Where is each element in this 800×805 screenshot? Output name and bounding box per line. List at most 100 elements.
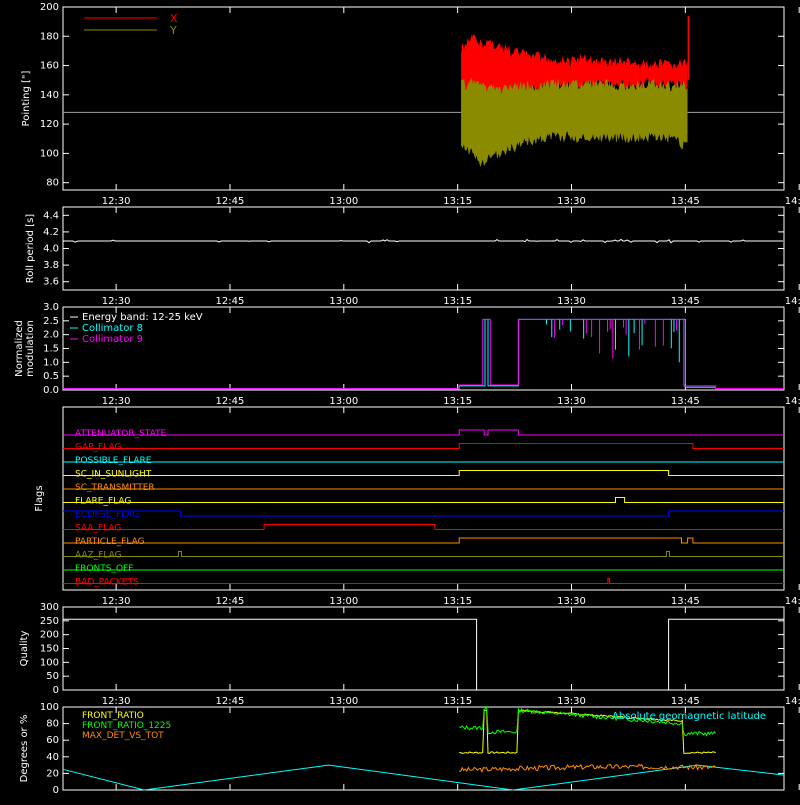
flag-label-fronts-off: FRONTS_OFF (75, 564, 133, 574)
x-tick-label: 13:00 (329, 396, 358, 407)
x-tick-label: 12:30 (102, 696, 131, 707)
x-tick-label: 12:30 (102, 396, 131, 407)
flag-line-flare-flag (63, 497, 784, 503)
flag-label-bad-packets: BAD_PACKETS (75, 578, 139, 588)
y-tick-label: 250 (40, 616, 59, 627)
figure-canvas: 12:30 12:45 13:00 13:15 13:30 13:45 14:00 80 100… (14, 2, 800, 796)
y-tick-label: 4.0 (43, 244, 59, 255)
x-tick-label: 13:30 (557, 696, 586, 707)
y-tick-label: 100 (40, 148, 59, 159)
panel-2: 12:30 12:45 13:00 13:15 13:30 13:45 14:00 3.6 3.… (25, 206, 800, 307)
x-tick-label: 13:30 (557, 196, 586, 207)
y-axis-label: Degrees or % (19, 715, 30, 783)
flag-label-particle-flag: PARTICLE_FLAG (75, 537, 145, 547)
modulation-collimator-8 (63, 318, 716, 390)
y-tick-label: 50 (46, 671, 59, 682)
x-tick-label: 13:45 (671, 596, 700, 607)
flag-label-sc-transmitter: SC_TRANSMITTER (75, 483, 155, 493)
y-tick-label: 0.5 (43, 371, 59, 382)
legend-label-latitude: Absolute geomagnetic latitude (612, 711, 766, 722)
y-tick-label: 300 (40, 602, 59, 613)
flag-line-saa-flag (63, 524, 784, 530)
y-axis-label: Pointing ["] (21, 70, 32, 126)
panel-6: 0 20 40 60 80 100 Degrees or % FRONT_RATIOFRONT… (19, 702, 800, 796)
panel-1: 12:30 12:45 13:00 13:15 13:30 13:45 14:00 80 100… (21, 2, 800, 207)
y-tick-label: 200 (40, 2, 59, 13)
panel-3: 12:30 12:45 13:00 13:15 13:30 13:45 14:00 0.0 0.… (14, 302, 800, 407)
x-tick-label: 12:45 (216, 196, 245, 207)
y-axis-label: Flags (34, 485, 45, 511)
y-tick-label: 0 (53, 685, 59, 696)
max-det-vs-tot-line (459, 763, 717, 774)
x-tick-label: 13:15 (443, 696, 472, 707)
y-tick-label: 160 (40, 61, 59, 72)
x-tick-label: 14:00 (785, 196, 800, 207)
panel-frame (62, 206, 785, 291)
legend-label-Y: Y (169, 24, 177, 37)
y-tick-label: 3.0 (43, 302, 59, 313)
y-axis-label: modulation (25, 320, 36, 377)
flag-label-possible-flare: POSSIBLE_FLARE (75, 456, 152, 466)
y-tick-label: 80 (46, 719, 59, 730)
modulation-collimator-9 (63, 318, 784, 390)
flag-label-flare-flag: FLARE_FLAG (75, 497, 131, 507)
y-tick-label: 150 (40, 644, 59, 655)
y-tick-label: 180 (40, 31, 59, 42)
x-tick-label: 13:00 (329, 696, 358, 707)
panel-4: 12:30 12:45 13:00 13:15 13:30 13:45 14:00 Flags… (34, 406, 800, 607)
legend-label: Collimator 8 (82, 323, 143, 334)
y-tick-label: 1.5 (43, 344, 59, 355)
flag-line-aaz-flag (63, 551, 784, 557)
flag-line-attenuator-state (63, 429, 784, 436)
x-tick-label: 12:45 (216, 696, 245, 707)
x-tick-label: 14:00 (785, 596, 800, 607)
y-tick-label: 0.0 (43, 385, 59, 396)
y-tick-label: 100 (40, 702, 59, 713)
y-tick-label: 0 (53, 785, 59, 796)
geomagnetic-latitude-line (62, 764, 785, 791)
y-axis-label: Roll period [s] (25, 214, 36, 283)
x-tick-label: 13:15 (443, 596, 472, 607)
flag-label-aaz-flag: AAZ_FLAG (75, 551, 122, 561)
y-tick-label: 140 (40, 90, 59, 101)
flag-line-sc-in-sunlight (63, 470, 784, 476)
x-tick-label: 13:30 (557, 596, 586, 607)
x-tick-label: 13:00 (329, 296, 358, 307)
x-tick-label: 13:45 (671, 396, 700, 407)
x-tick-label: 12:30 (102, 196, 131, 207)
x-tick-label: 13:00 (329, 596, 358, 607)
y-tick-label: 1.0 (43, 357, 59, 368)
y-tick-label: 200 (40, 630, 59, 641)
x-tick-label: 14:00 (785, 696, 800, 707)
y-tick-label: 3.8 (43, 260, 59, 271)
quality-line (63, 618, 784, 691)
y-tick-label: 20 (46, 768, 59, 779)
y-axis-label: Quality (19, 631, 30, 667)
legend-label: Collimator 9 (82, 334, 143, 345)
flag-label-attenuator-state: ATTENUATOR_STATE (75, 429, 167, 439)
x-tick-label: 12:45 (216, 596, 245, 607)
y-tick-label: 60 (46, 735, 59, 746)
x-tick-label: 14:00 (785, 296, 800, 307)
legend-label: Energy band: 12-25 keV (82, 312, 203, 323)
x-tick-label: 13:30 (557, 396, 586, 407)
panel-frame (62, 406, 785, 591)
legend-label: FRONT_RATIO (82, 711, 144, 721)
y-axis-label: Normalized (14, 320, 25, 377)
x-tick-label: 14:00 (785, 396, 800, 407)
legend-label: MAX_DET_VS_TOT (82, 731, 164, 741)
flag-line-particle-flag (63, 537, 784, 544)
flag-label-sc-in-sunlight: SC_IN_SUNLIGHT (75, 470, 152, 480)
flag-label-gap-flag: GAP_FLAG (75, 443, 121, 453)
x-tick-label: 13:15 (443, 296, 472, 307)
y-tick-label: 100 (40, 657, 59, 668)
y-tick-label: 2.5 (43, 316, 59, 327)
x-tick-label: 13:45 (671, 196, 700, 207)
x-tick-label: 12:45 (216, 296, 245, 307)
flag-label-saa-flag: SAA_FLAG (75, 524, 121, 534)
x-tick-label: 13:00 (329, 196, 358, 207)
pointing-band-Y (461, 76, 688, 167)
x-tick-label: 12:45 (216, 396, 245, 407)
y-tick-label: 4.2 (43, 227, 59, 238)
flag-line-bad-packets (63, 578, 784, 584)
